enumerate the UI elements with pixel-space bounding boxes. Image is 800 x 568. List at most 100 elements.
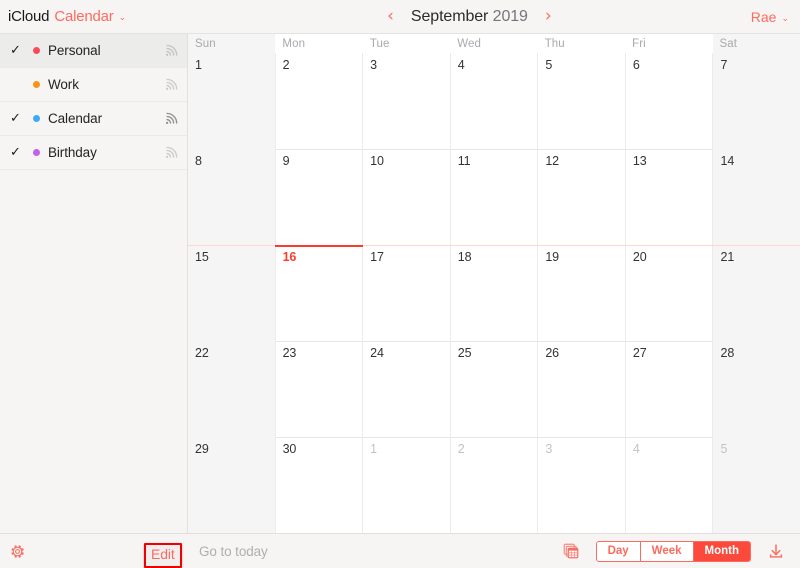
month-label: September (410, 7, 489, 25)
month-grid: 1 2 3 4 5 6 7 8 9 10 11 12 13 14 15 16 17 18 19 20 21 22 23 24 2… (188, 53, 800, 533)
shared-calendar-button[interactable] (164, 77, 179, 92)
calendar-color-dot (33, 81, 40, 88)
day-cell[interactable]: 13 (624, 149, 713, 245)
shared-calendar-button[interactable] (164, 43, 179, 58)
day-cell[interactable]: 29 (188, 437, 275, 533)
calendar-item-label: Birthday (48, 145, 97, 160)
next-month-button[interactable]: › (542, 8, 555, 25)
calendar-stack-button[interactable] (561, 541, 581, 561)
day-cell[interactable]: 7 (712, 53, 800, 149)
brand-menu[interactable]: iCloud Calendar ⌄ (0, 8, 188, 25)
shared-calendar-button[interactable] (164, 145, 179, 160)
weekday-header-fri: Fri (632, 37, 646, 50)
checkmark-icon[interactable]: ✓ (10, 146, 26, 159)
day-cell[interactable]: 10 (362, 149, 450, 245)
day-cell[interactable]: 17 (362, 245, 450, 341)
day-number: 12 (545, 154, 560, 168)
day-cell[interactable]: 6 (624, 53, 713, 149)
day-cell[interactable]: 28 (712, 341, 800, 437)
weekday-header-sun: Sun (188, 34, 276, 53)
day-number: 24 (370, 346, 384, 360)
calendar-item-personal[interactable]: ✓ Personal (0, 34, 187, 68)
day-number: 21 (720, 250, 735, 264)
weekday-header-tue: Tue (369, 37, 390, 50)
view-button-month[interactable]: Month (692, 541, 750, 561)
day-cell[interactable]: 21 (712, 245, 800, 341)
day-cell[interactable]: 25 (449, 341, 538, 437)
day-cell[interactable]: 30 (274, 437, 363, 533)
calendar-item-label: Personal (48, 43, 101, 58)
day-cell[interactable]: 4 (449, 53, 538, 149)
day-cell[interactable]: 3 (537, 437, 625, 533)
chevron-down-icon: ⌄ (118, 12, 127, 22)
cell-rule (363, 341, 450, 342)
day-number: 3 (370, 58, 378, 72)
day-cell[interactable]: 4 (624, 437, 713, 533)
cell-rule (538, 149, 625, 150)
week-row: 8 9 10 11 12 13 14 (188, 149, 800, 245)
day-cell[interactable]: 15 (188, 245, 275, 341)
day-cell[interactable]: 26 (537, 341, 625, 437)
day-cell[interactable]: 1 (188, 53, 275, 149)
cell-rule (626, 53, 713, 54)
day-cell[interactable]: 5 (537, 53, 625, 149)
toolbar-middle: Go to today (188, 544, 561, 559)
day-cell[interactable]: 11 (449, 149, 538, 245)
day-cell[interactable]: 2 (449, 437, 538, 533)
edit-button[interactable]: Edit (151, 546, 175, 562)
brand-icloud-label: iCloud (8, 8, 50, 25)
calendar-item-birthday[interactable]: ✓ Birthday (0, 136, 187, 170)
day-cell[interactable]: 14 (712, 149, 800, 245)
view-button-day[interactable]: Day (596, 541, 640, 561)
day-cell[interactable]: 27 (624, 341, 713, 437)
previous-month-button[interactable]: ‹ (384, 8, 397, 25)
calendar-color-dot (33, 115, 40, 122)
chevron-down-icon: ⌄ (781, 12, 789, 23)
account-name-label: Rae (750, 8, 777, 25)
day-cell[interactable]: 24 (362, 341, 450, 437)
day-number: 4 (457, 58, 465, 72)
go-to-today-button[interactable]: Go to today (199, 544, 268, 559)
cell-rule (713, 53, 800, 54)
settings-button[interactable] (6, 540, 28, 562)
day-cell[interactable]: 23 (274, 341, 363, 437)
day-cell[interactable]: 5 (712, 437, 800, 533)
edit-button-highlight: Edit (144, 543, 182, 568)
day-cell[interactable]: 19 (537, 245, 625, 341)
day-number: 5 (720, 442, 728, 456)
day-cell[interactable]: 3 (362, 53, 450, 149)
account-menu[interactable]: Rae ⌄ (751, 9, 800, 25)
day-cell[interactable]: 8 (188, 149, 275, 245)
day-cell[interactable]: 20 (624, 245, 713, 341)
icloud-calendar-app: iCloud Calendar ⌄ ‹ September 2019 › Rae… (0, 0, 800, 568)
day-cell[interactable]: 22 (188, 341, 275, 437)
cell-rule (188, 437, 275, 438)
checkmark-icon[interactable]: ✓ (10, 44, 26, 57)
cell-rule (363, 437, 450, 438)
day-cell[interactable]: 9 (274, 149, 363, 245)
sidebar: ✓ Personal ✓Work ✓ Calendar ✓ Birthday (0, 34, 188, 533)
calendar-item-calendar[interactable]: ✓ Calendar (0, 102, 187, 136)
weekday-header-wed: Wed (457, 37, 482, 50)
view-button-week[interactable]: Week (639, 541, 693, 561)
cell-rule (713, 341, 800, 342)
shared-calendar-button[interactable] (164, 111, 179, 126)
calendar-item-work[interactable]: ✓Work (0, 68, 187, 102)
toolbar-left: Edit (0, 540, 188, 568)
day-cell[interactable]: 18 (449, 245, 538, 341)
day-number: 6 (632, 58, 640, 72)
day-number: 3 (545, 442, 553, 456)
day-cell[interactable]: 16 (274, 245, 363, 341)
calendar-color-dot (33, 149, 40, 156)
toolbar-right: Day Week Month (561, 540, 800, 562)
day-cell[interactable]: 2 (274, 53, 363, 149)
broadcast-icon (165, 112, 178, 125)
checkmark-icon[interactable]: ✓ (10, 112, 26, 125)
broadcast-icon (165, 78, 178, 91)
day-cell[interactable]: 1 (362, 437, 450, 533)
day-cell[interactable]: 12 (537, 149, 625, 245)
day-number: 13 (632, 154, 647, 168)
download-button[interactable] (766, 541, 786, 561)
calendar-list: ✓ Personal ✓Work ✓ Calendar ✓ Birthday (0, 34, 187, 170)
day-number: 17 (370, 250, 384, 264)
